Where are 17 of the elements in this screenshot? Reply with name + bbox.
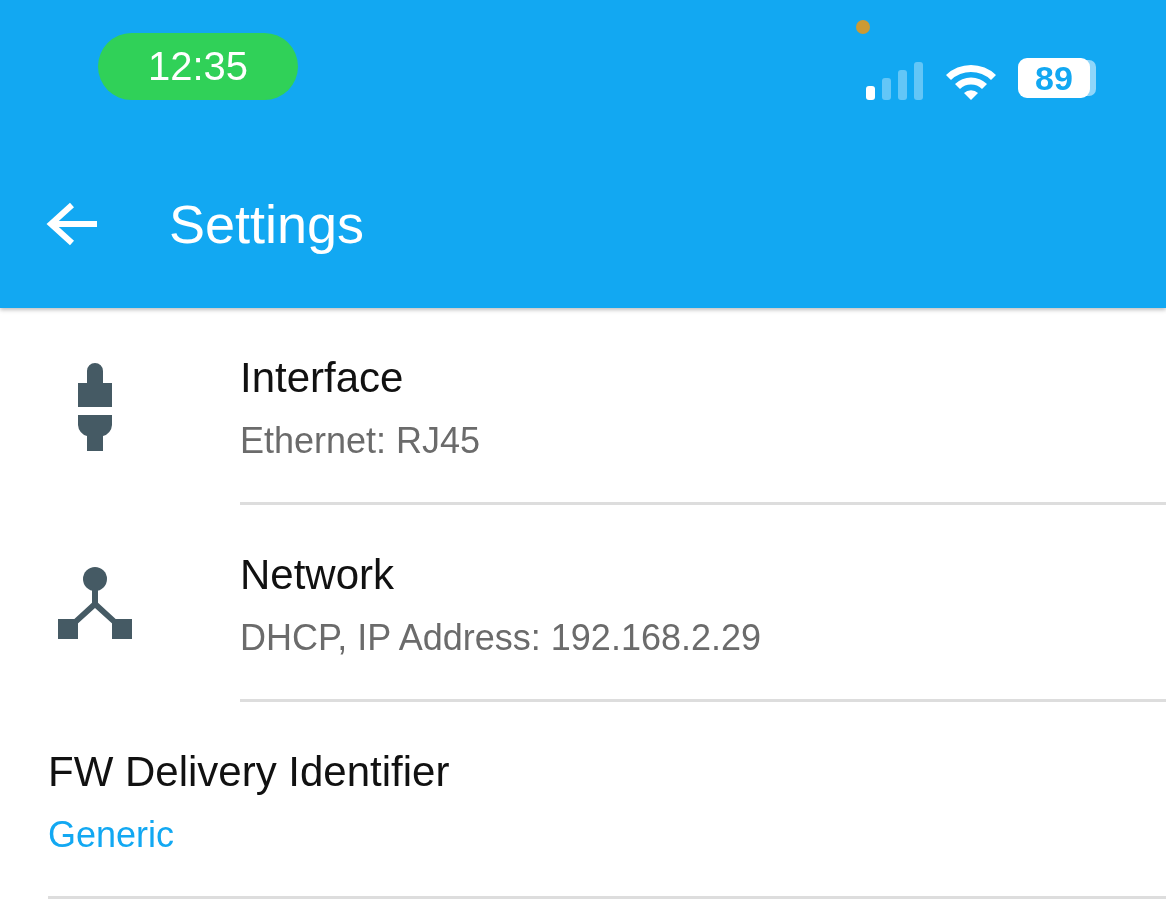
back-arrow-icon[interactable]: [45, 201, 99, 247]
setting-value: DHCP, IP Address: 192.168.2.29: [240, 617, 762, 659]
privacy-dot-icon: [856, 20, 870, 34]
wifi-icon: [946, 62, 996, 100]
screen-title: Settings: [169, 193, 365, 255]
settings-row[interactable]: Interface Ethernet: RJ45: [0, 308, 1166, 505]
settings-row[interactable]: FW Delivery Identifier Generic: [0, 702, 1166, 899]
setting-value: Generic: [48, 814, 176, 856]
setting-title: Network: [240, 551, 396, 599]
setting-value: Ethernet: RJ45: [240, 420, 482, 462]
setting-title: FW Delivery Identifier: [48, 748, 451, 796]
network-icon: [58, 566, 132, 641]
setting-title: Interface: [240, 354, 405, 402]
settings-row[interactable]: Network DHCP, IP Address: 192.168.2.29: [0, 505, 1166, 702]
signal-icon: [866, 62, 924, 100]
status-time: 12:35: [98, 33, 298, 100]
plug-icon: [78, 362, 112, 451]
